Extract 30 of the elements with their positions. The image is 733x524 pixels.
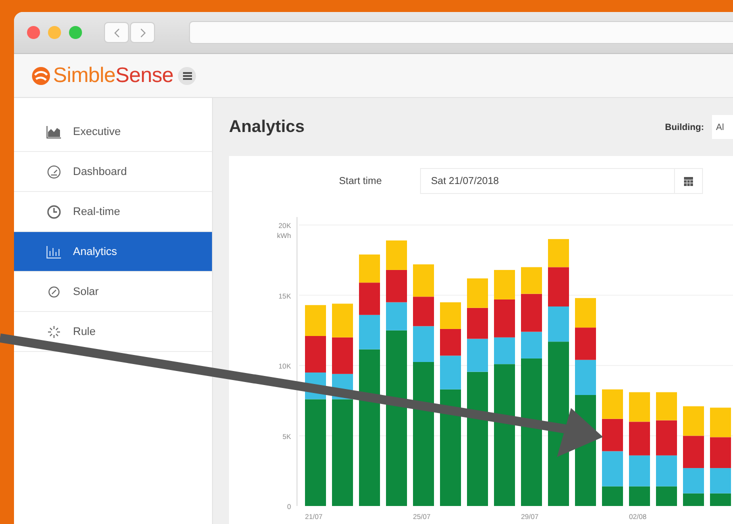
menu-button[interactable] [178,66,196,84]
minimize-button[interactable] [48,26,61,39]
sidebar-item[interactable]: Analytics [14,232,212,272]
chevron-right-icon [140,28,146,38]
sparkle-icon [46,324,62,338]
start-time-field[interactable]: Sat 21/07/2018 [420,168,675,194]
close-button[interactable] [27,26,40,39]
back-button[interactable] [104,22,129,43]
gauge-icon [46,164,62,178]
address-bar[interactable] [189,21,733,44]
calendar-button[interactable] [675,168,703,194]
clock-icon [46,204,62,218]
calendar-icon [684,176,693,186]
page-title: Analytics [229,117,306,137]
logo-icon [31,66,51,86]
sidebar-item[interactable]: Solar [14,272,212,312]
brand-name: SimbleSense [53,64,174,88]
zoom-button[interactable] [69,26,82,39]
start-time-label: Start time [339,176,383,186]
chevron-left-icon [114,28,120,38]
sidebar-item[interactable]: Dashboard [14,152,212,192]
building-label: Building: [664,122,704,132]
sidebar-item[interactable]: Executive [14,112,212,152]
area-chart-icon [46,124,62,138]
sidebar-item[interactable]: Rule [14,312,212,352]
forward-button[interactable] [130,22,155,43]
menu-icon [182,72,192,80]
building-select[interactable]: Al [712,115,733,139]
bar-chart-icon [46,244,62,258]
dial-icon [46,284,62,298]
